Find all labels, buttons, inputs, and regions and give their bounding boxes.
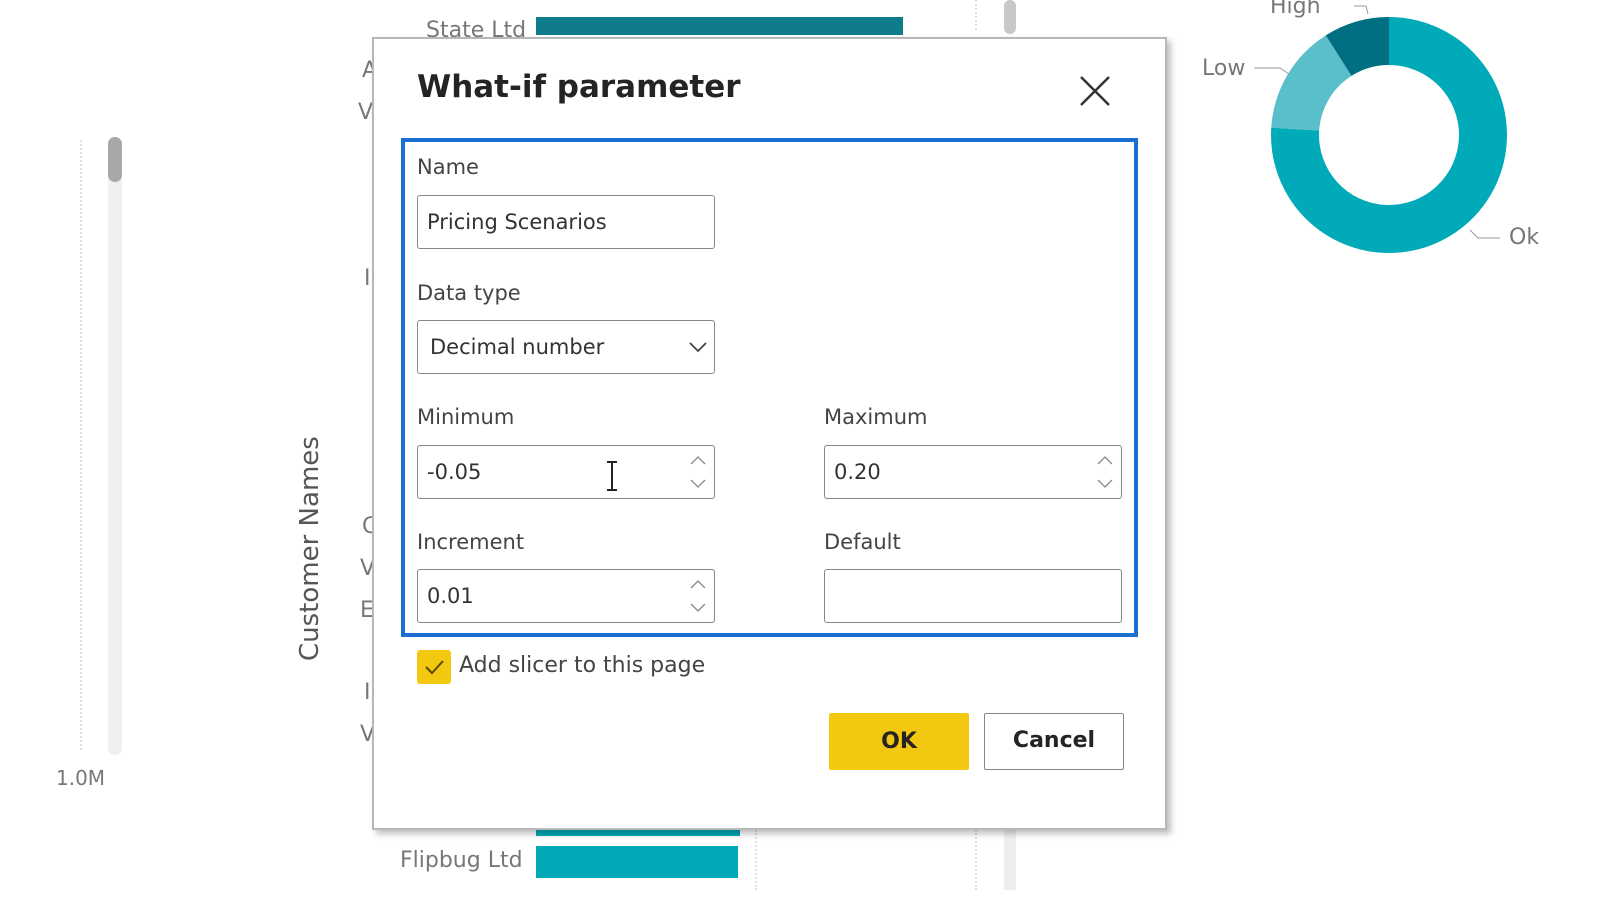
spinner-icon[interactable] xyxy=(688,454,708,490)
maximum-value: 0.20 xyxy=(834,460,881,484)
close-button[interactable] xyxy=(1077,73,1113,109)
scrollbar-thumb[interactable] xyxy=(108,137,122,182)
minimum-input[interactable]: -0.05 xyxy=(417,445,715,499)
data-type-value: Decimal number xyxy=(430,335,605,359)
donut-label-ok: Ok xyxy=(1509,225,1540,250)
increment-value: 0.01 xyxy=(427,584,474,608)
data-type-label: Data type xyxy=(417,281,521,305)
cancel-button[interactable]: Cancel xyxy=(984,713,1124,770)
dialog-title: What-if parameter xyxy=(417,69,741,105)
gridline xyxy=(975,830,977,890)
name-input[interactable]: Pricing Scenarios xyxy=(417,195,715,249)
maximum-label: Maximum xyxy=(824,405,928,429)
bar[interactable] xyxy=(536,17,903,35)
default-input[interactable] xyxy=(824,569,1122,623)
gridline xyxy=(80,140,82,750)
spinner-icon[interactable] xyxy=(1095,454,1115,490)
customer-label: I xyxy=(364,266,371,291)
name-label: Name xyxy=(417,155,479,179)
spinner-icon[interactable] xyxy=(688,578,708,614)
what-if-parameter-dialog: What-if parameter Name Pricing Scenarios… xyxy=(372,37,1167,830)
scrollbar-track[interactable] xyxy=(108,137,122,755)
bar-label: Flipbug Ltd xyxy=(400,848,523,873)
scrollbar[interactable] xyxy=(1004,0,1016,34)
axis-tick-label: 1.0M xyxy=(56,766,106,790)
donut-label-high: High xyxy=(1270,0,1321,19)
leader-line xyxy=(1254,67,1290,75)
text-cursor-icon xyxy=(607,461,617,491)
add-slicer-label: Add slicer to this page xyxy=(459,653,706,678)
default-label: Default xyxy=(824,530,901,554)
customer-label: V xyxy=(358,100,374,125)
ok-button[interactable]: OK xyxy=(829,713,969,770)
increment-label: Increment xyxy=(417,530,525,554)
leader-line xyxy=(1469,229,1500,239)
donut-label-low: Low xyxy=(1202,56,1246,81)
chevron-down-icon xyxy=(689,342,707,353)
checkmark-icon xyxy=(425,660,444,675)
data-type-select[interactable]: Decimal number xyxy=(417,320,715,374)
scrollbar[interactable] xyxy=(1004,830,1016,890)
axis-title: Customer Names xyxy=(295,436,325,661)
leader-line xyxy=(1354,5,1369,15)
customer-label: I xyxy=(364,680,371,705)
close-icon xyxy=(1080,76,1110,106)
bar[interactable] xyxy=(536,846,738,878)
add-slicer-checkbox[interactable] xyxy=(417,650,451,684)
maximum-input[interactable]: 0.20 xyxy=(824,445,1122,499)
gridline xyxy=(975,0,977,30)
minimum-label: Minimum xyxy=(417,405,515,429)
gridline xyxy=(755,830,757,890)
increment-input[interactable]: 0.01 xyxy=(417,569,715,623)
minimum-value: -0.05 xyxy=(427,460,482,484)
